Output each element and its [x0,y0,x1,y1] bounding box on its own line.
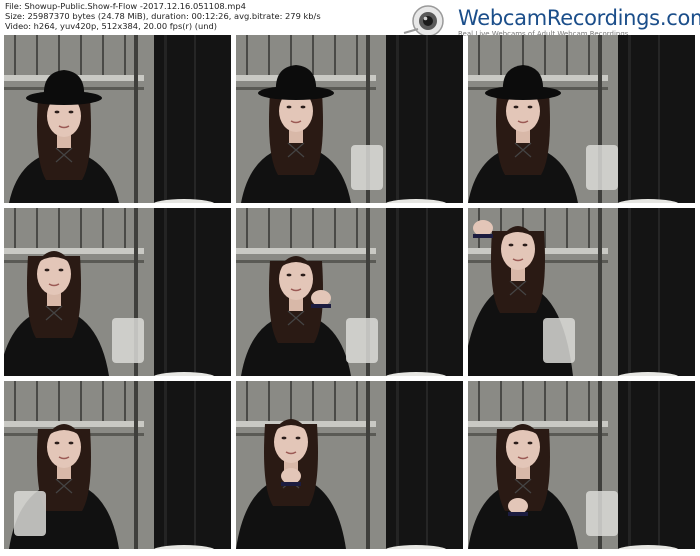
thumbnail-frame [468,208,695,376]
frame-image [468,208,695,376]
logo-text: WebcamRecordings.com [458,6,700,30]
frame-image [236,35,463,203]
frame-image [4,35,231,203]
video-info: Video: h264, yuv420p, 512x384, 20.00 fps… [5,21,218,31]
frame-image [236,208,463,376]
thumbnail-frame [468,381,695,549]
thumbnail-frame [236,381,463,549]
thumbnail-frame [4,35,231,203]
thumbnail-frame [468,35,695,203]
size-info: Size: 25987370 bytes (24.78 MiB), durati… [5,11,321,21]
frame-image [4,381,231,549]
frame-image [4,208,231,376]
thumbnail-frame [236,35,463,203]
frame-image [236,381,463,549]
thumbnail-frame [236,208,463,376]
file-info: File: Showup-Public.Show-f-Flow -2017.12… [5,1,246,11]
frame-image [468,35,695,203]
thumbnail-frame [4,208,231,376]
thumbnail-frame [4,381,231,549]
frame-image [468,381,695,549]
